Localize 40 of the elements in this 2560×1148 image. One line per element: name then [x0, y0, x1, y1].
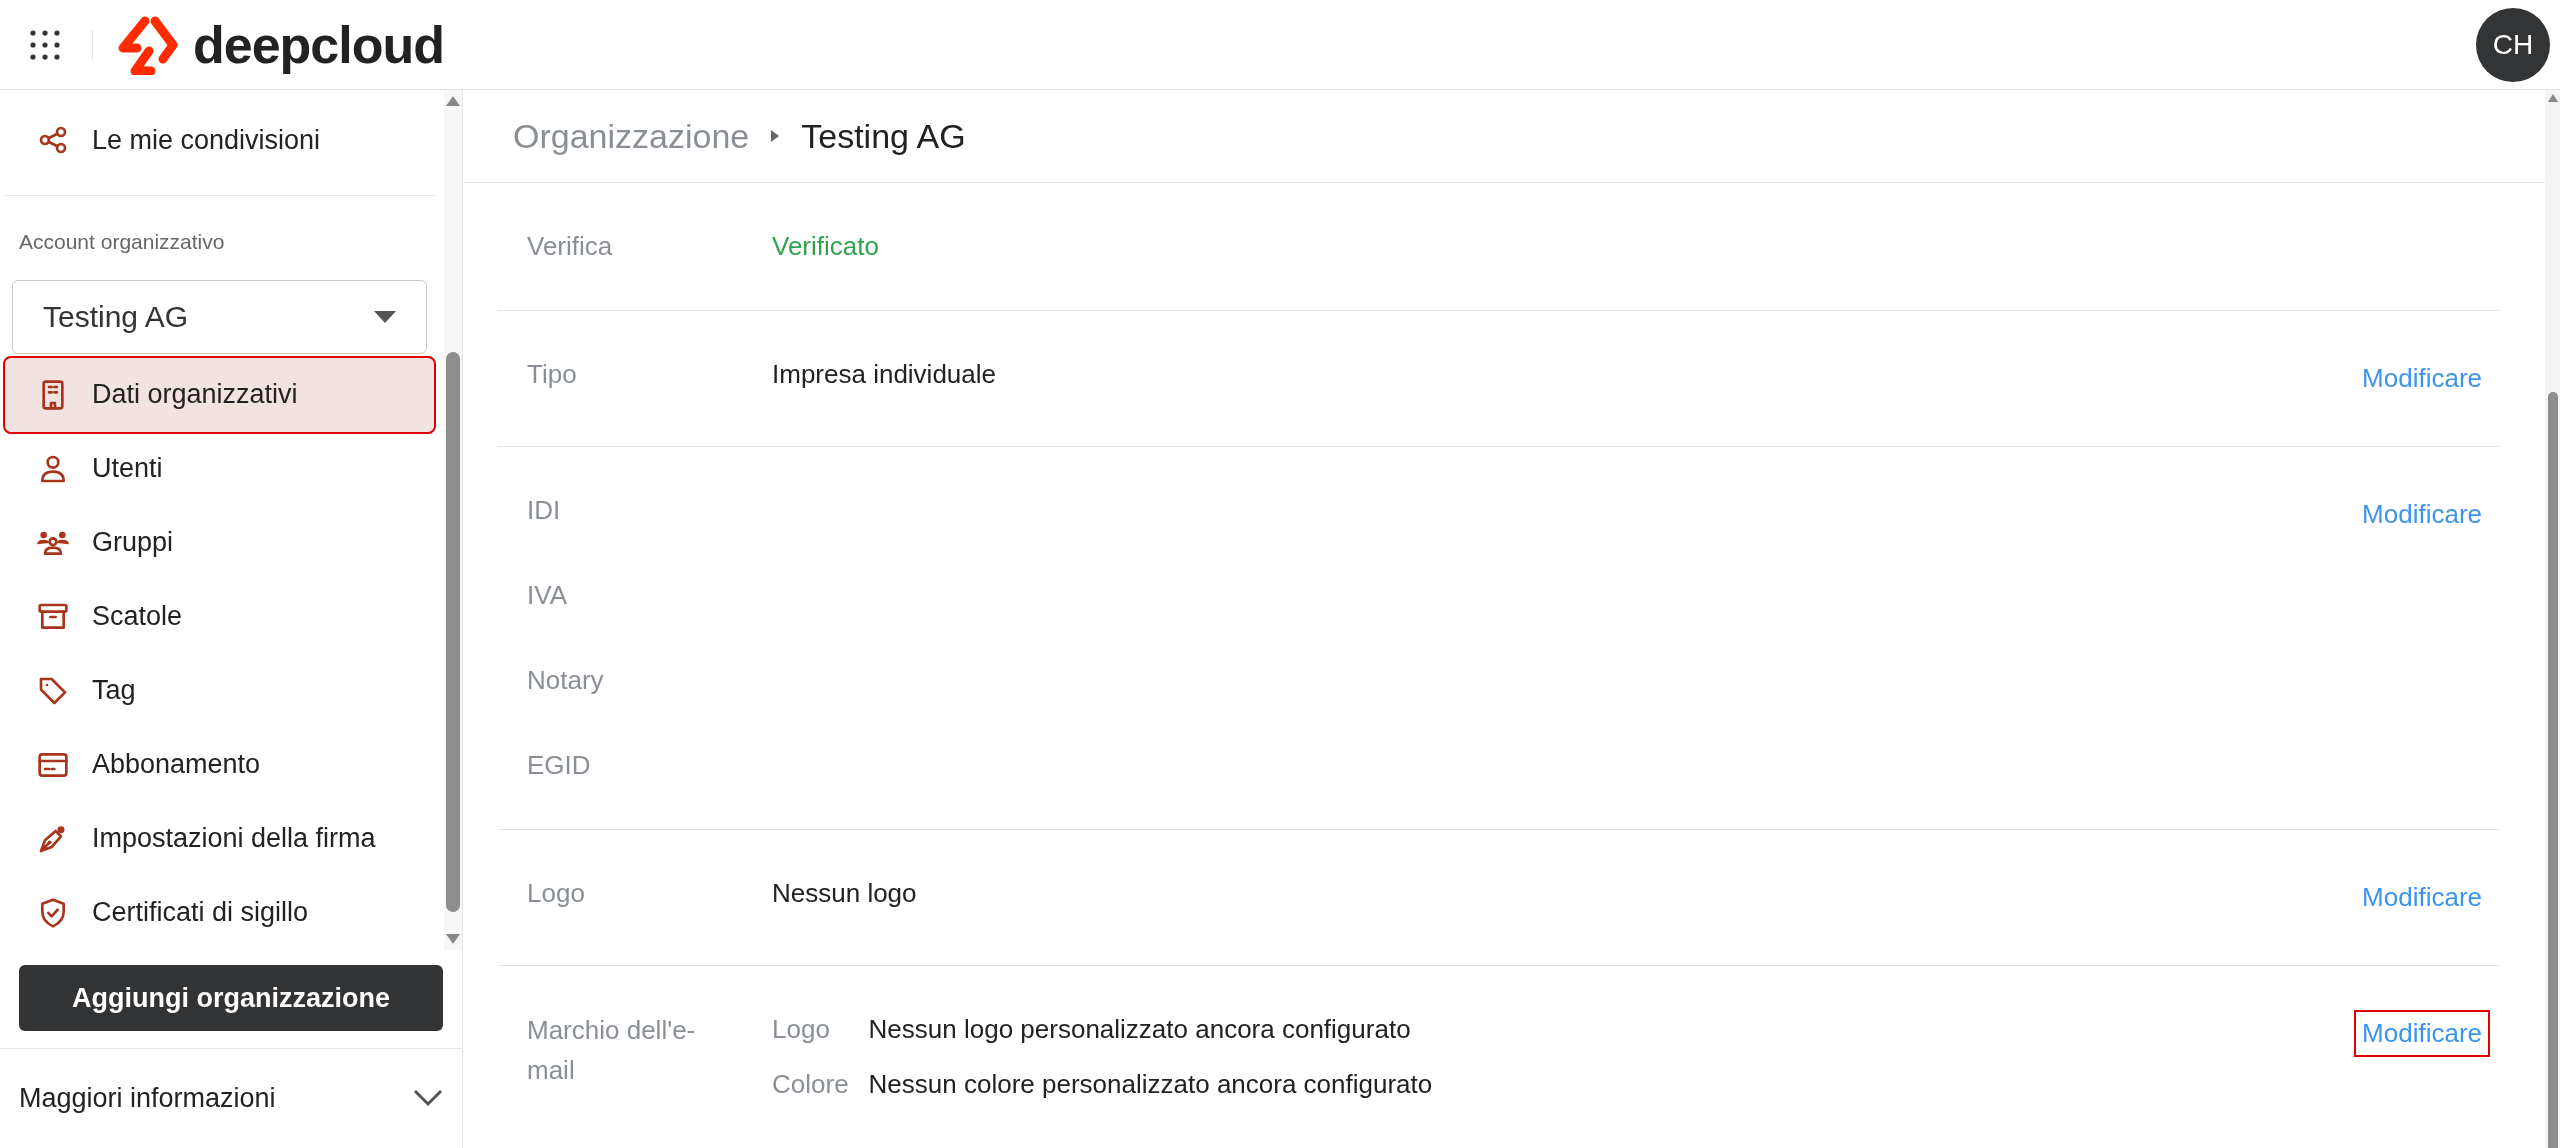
app-grid-icon[interactable] [30, 29, 60, 60]
field-value: Nessun logo [772, 878, 917, 908]
scroll-up-arrow-icon[interactable] [446, 96, 460, 106]
breadcrumb-current: Testing AG [801, 115, 966, 157]
scrollbar[interactable] [444, 90, 462, 950]
field-label: Logo [772, 1013, 831, 1046]
chevron-down-icon [413, 1089, 443, 1108]
field-label: IVA [527, 579, 568, 612]
sidebar-item[interactable]: Abbonamento [5, 727, 434, 802]
field-label: Tipo [527, 358, 578, 391]
field-value: Nessun colore personalizzato ancora configurato [868, 1068, 1434, 1101]
share-icon [37, 124, 69, 156]
sidebar-item[interactable]: Le mie condivisioni [5, 103, 321, 177]
organization-select[interactable]: Testing AG [12, 279, 427, 354]
scroll-up-arrow-icon[interactable] [2547, 94, 2558, 102]
sidebar-item[interactable]: Gruppi [5, 505, 434, 580]
field-value: Impresa individuale [772, 359, 996, 389]
sidebar-item[interactable]: Utenti [5, 431, 434, 506]
sidebar-item[interactable]: Dati organizzativi [5, 357, 434, 432]
field-value: Nessun logo personalizzato ancora configurato [868, 1013, 1412, 1046]
dropdown-caret-icon [374, 310, 396, 323]
sidebar-item[interactable]: Impostazioni della firma [5, 801, 434, 876]
scroll-down-arrow-icon[interactable] [446, 933, 460, 944]
scrollbar[interactable] [2545, 90, 2560, 1148]
status-text: Verificato [772, 231, 879, 261]
section-heading: Account organizzativo [19, 229, 226, 255]
more-info-toggle[interactable]: Maggiori informazioni [0, 1048, 462, 1148]
field-label: IDI [527, 494, 562, 527]
field-label: EGID [527, 749, 592, 782]
sidebar-item[interactable]: Certificati di sigillo [5, 875, 434, 950]
field-label: Notary [527, 664, 605, 697]
field-label: Verifica [527, 230, 614, 263]
field-label: Colore [772, 1068, 849, 1101]
field-label: Marchio dell'e-mail [527, 1015, 696, 1085]
sidebar-item[interactable]: Tag [5, 653, 434, 728]
breadcrumb-separator-icon [771, 130, 780, 142]
sidebar-item[interactable]: Scatole [5, 579, 434, 654]
field-label: Logo [527, 877, 586, 910]
user-avatar[interactable]: CH [2476, 7, 2550, 82]
add-organization-button[interactable]: Aggiungi organizzazione [19, 964, 443, 1031]
